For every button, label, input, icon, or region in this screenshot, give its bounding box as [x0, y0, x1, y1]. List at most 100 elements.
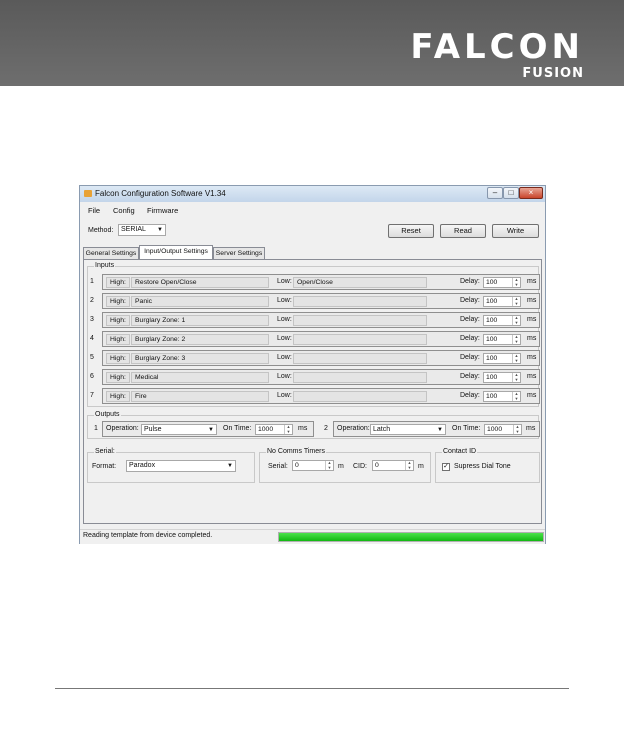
operation-value: Pulse: [144, 426, 162, 433]
status-bar: Reading template from device completed.: [80, 529, 545, 544]
close-button[interactable]: ×: [519, 187, 543, 199]
spinner-arrows-icon[interactable]: ▲ ▼: [512, 391, 520, 401]
no-comms-serial-input[interactable]: 0 ▲ ▼: [292, 460, 334, 471]
on-time-input[interactable]: 1000 ▲ ▼: [484, 424, 522, 435]
serial-group: Serial: Format: Paradox ▼: [87, 448, 255, 483]
low-label: Low:: [277, 392, 292, 399]
menu-bar: File Config Firmware: [80, 203, 545, 217]
spinner-arrows-icon[interactable]: ▲ ▼: [512, 353, 520, 363]
spinner-arrows-icon[interactable]: ▲ ▼: [512, 334, 520, 344]
high-field[interactable]: Restore Open/Close: [131, 277, 269, 288]
app-window: Falcon Configuration Software V1.34 – □ …: [79, 185, 546, 544]
delay-unit: ms: [527, 354, 537, 361]
delay-unit: ms: [527, 373, 537, 380]
output-1: Operation: Pulse ▼ On Time: 1000 ▲ ▼ ms: [102, 421, 314, 437]
input-row-number: 4: [90, 335, 94, 342]
spinner-arrows-icon[interactable]: ▲ ▼: [512, 296, 520, 306]
high-field[interactable]: Burglary Zone: 2: [131, 334, 269, 345]
low-field[interactable]: Open/Close: [293, 277, 427, 288]
tab-input-output-settings[interactable]: Input/Output Settings: [139, 245, 213, 259]
delay-unit: ms: [527, 316, 537, 323]
no-comms-cid-input[interactable]: 0 ▲ ▼: [372, 460, 414, 471]
low-field[interactable]: [293, 334, 427, 345]
high-label: High:: [106, 334, 130, 345]
header-banner: FALCON FUSION: [0, 0, 624, 86]
write-button[interactable]: Write: [492, 224, 539, 238]
input-row-number: 7: [90, 392, 94, 399]
brand-logo: FALCON FUSION: [410, 30, 584, 81]
low-field[interactable]: [293, 372, 427, 383]
low-field[interactable]: [293, 315, 427, 326]
no-comms-serial-unit: m: [338, 463, 344, 470]
no-comms-serial-value: 0: [295, 462, 299, 469]
format-label: Format:: [92, 463, 117, 470]
high-field[interactable]: Medical: [131, 372, 269, 383]
no-comms-serial-label: Serial:: [268, 463, 288, 470]
delay-input[interactable]: 100 ▲ ▼: [483, 353, 521, 364]
on-time-input[interactable]: 1000 ▲ ▼: [255, 424, 293, 435]
reset-button[interactable]: Reset: [388, 224, 434, 238]
read-button[interactable]: Read: [440, 224, 486, 238]
delay-input[interactable]: 100 ▲ ▼: [483, 277, 521, 288]
tab-server-settings[interactable]: Server Settings: [213, 247, 265, 259]
delay-input[interactable]: 100 ▲ ▼: [483, 391, 521, 402]
on-time-label: On Time:: [452, 425, 481, 432]
delay-input[interactable]: 100 ▲ ▼: [483, 372, 521, 383]
low-label: Low:: [277, 278, 292, 285]
delay-value: 100: [486, 279, 498, 286]
spinner-arrows-icon[interactable]: ▲ ▼: [405, 460, 413, 470]
delay-value: 100: [486, 298, 498, 305]
no-comms-title: No Comms Timers: [266, 448, 326, 455]
input-row: High: Restore Open/Close Low: Open/Close…: [102, 274, 540, 290]
on-time-value: 1000: [487, 426, 503, 433]
delay-value: 100: [486, 317, 498, 324]
minimize-button[interactable]: –: [487, 187, 503, 199]
spinner-arrows-icon[interactable]: ▲ ▼: [512, 315, 520, 325]
method-select[interactable]: SERIAL ▼: [118, 224, 166, 236]
input-row: High: Panic Low: Delay: 100 ▲ ▼ ms: [102, 293, 540, 309]
spinner-arrows-icon[interactable]: ▲ ▼: [284, 424, 292, 434]
input-row: High: Burglary Zone: 1 Low: Delay: 100 ▲ ▼…: [102, 312, 540, 328]
input-row: High: Medical Low: Delay: 100 ▲ ▼ ms: [102, 369, 540, 385]
high-field[interactable]: Panic: [131, 296, 269, 307]
supress-dial-tone-label: Supress Dial Tone: [454, 463, 511, 470]
delay-input[interactable]: 100 ▲ ▼: [483, 296, 521, 307]
spinner-arrows-icon[interactable]: ▲ ▼: [512, 277, 520, 287]
menu-firmware[interactable]: Firmware: [147, 206, 178, 215]
delay-label: Delay:: [460, 354, 480, 361]
delay-input[interactable]: 100 ▲ ▼: [483, 315, 521, 326]
high-label: High:: [106, 353, 130, 364]
maximize-button[interactable]: □: [503, 187, 519, 199]
menu-config[interactable]: Config: [113, 206, 135, 215]
operation-select[interactable]: Latch ▼: [370, 424, 446, 435]
spinner-arrows-icon[interactable]: ▲ ▼: [513, 424, 521, 434]
title-bar[interactable]: Falcon Configuration Software V1.34 – □ …: [80, 186, 545, 202]
low-field[interactable]: [293, 353, 427, 364]
format-select[interactable]: Paradox ▼: [126, 460, 236, 472]
progress-fill: [279, 533, 543, 541]
method-value: SERIAL: [121, 226, 146, 233]
delay-label: Delay:: [460, 392, 480, 399]
operation-label: Operation:: [106, 425, 139, 432]
delay-input[interactable]: 100 ▲ ▼: [483, 334, 521, 345]
input-row: High: Burglary Zone: 2 Low: Delay: 100 ▲ ▼…: [102, 331, 540, 347]
menu-file[interactable]: File: [88, 206, 100, 215]
chevron-down-icon: ▼: [208, 427, 214, 433]
on-time-unit: ms: [298, 425, 308, 432]
input-row: High: Burglary Zone: 3 Low: Delay: 100 ▲ ▼…: [102, 350, 540, 366]
high-field[interactable]: Fire: [131, 391, 269, 402]
high-field[interactable]: Burglary Zone: 3: [131, 353, 269, 364]
operation-select[interactable]: Pulse ▼: [141, 424, 217, 435]
supress-dial-tone-checkbox[interactable]: ✓: [442, 463, 450, 471]
tab-general-settings[interactable]: General Settings: [83, 247, 139, 259]
low-label: Low:: [277, 297, 292, 304]
operation-value: Latch: [373, 426, 391, 433]
no-comms-cid-value: 0: [375, 462, 379, 469]
output-number: 2: [324, 425, 328, 432]
spinner-arrows-icon[interactable]: ▲ ▼: [512, 372, 520, 382]
low-field[interactable]: [293, 391, 427, 402]
progress-bar: [278, 532, 544, 542]
low-field[interactable]: [293, 296, 427, 307]
spinner-arrows-icon[interactable]: ▲ ▼: [325, 460, 333, 470]
high-field[interactable]: Burglary Zone: 1: [131, 315, 269, 326]
